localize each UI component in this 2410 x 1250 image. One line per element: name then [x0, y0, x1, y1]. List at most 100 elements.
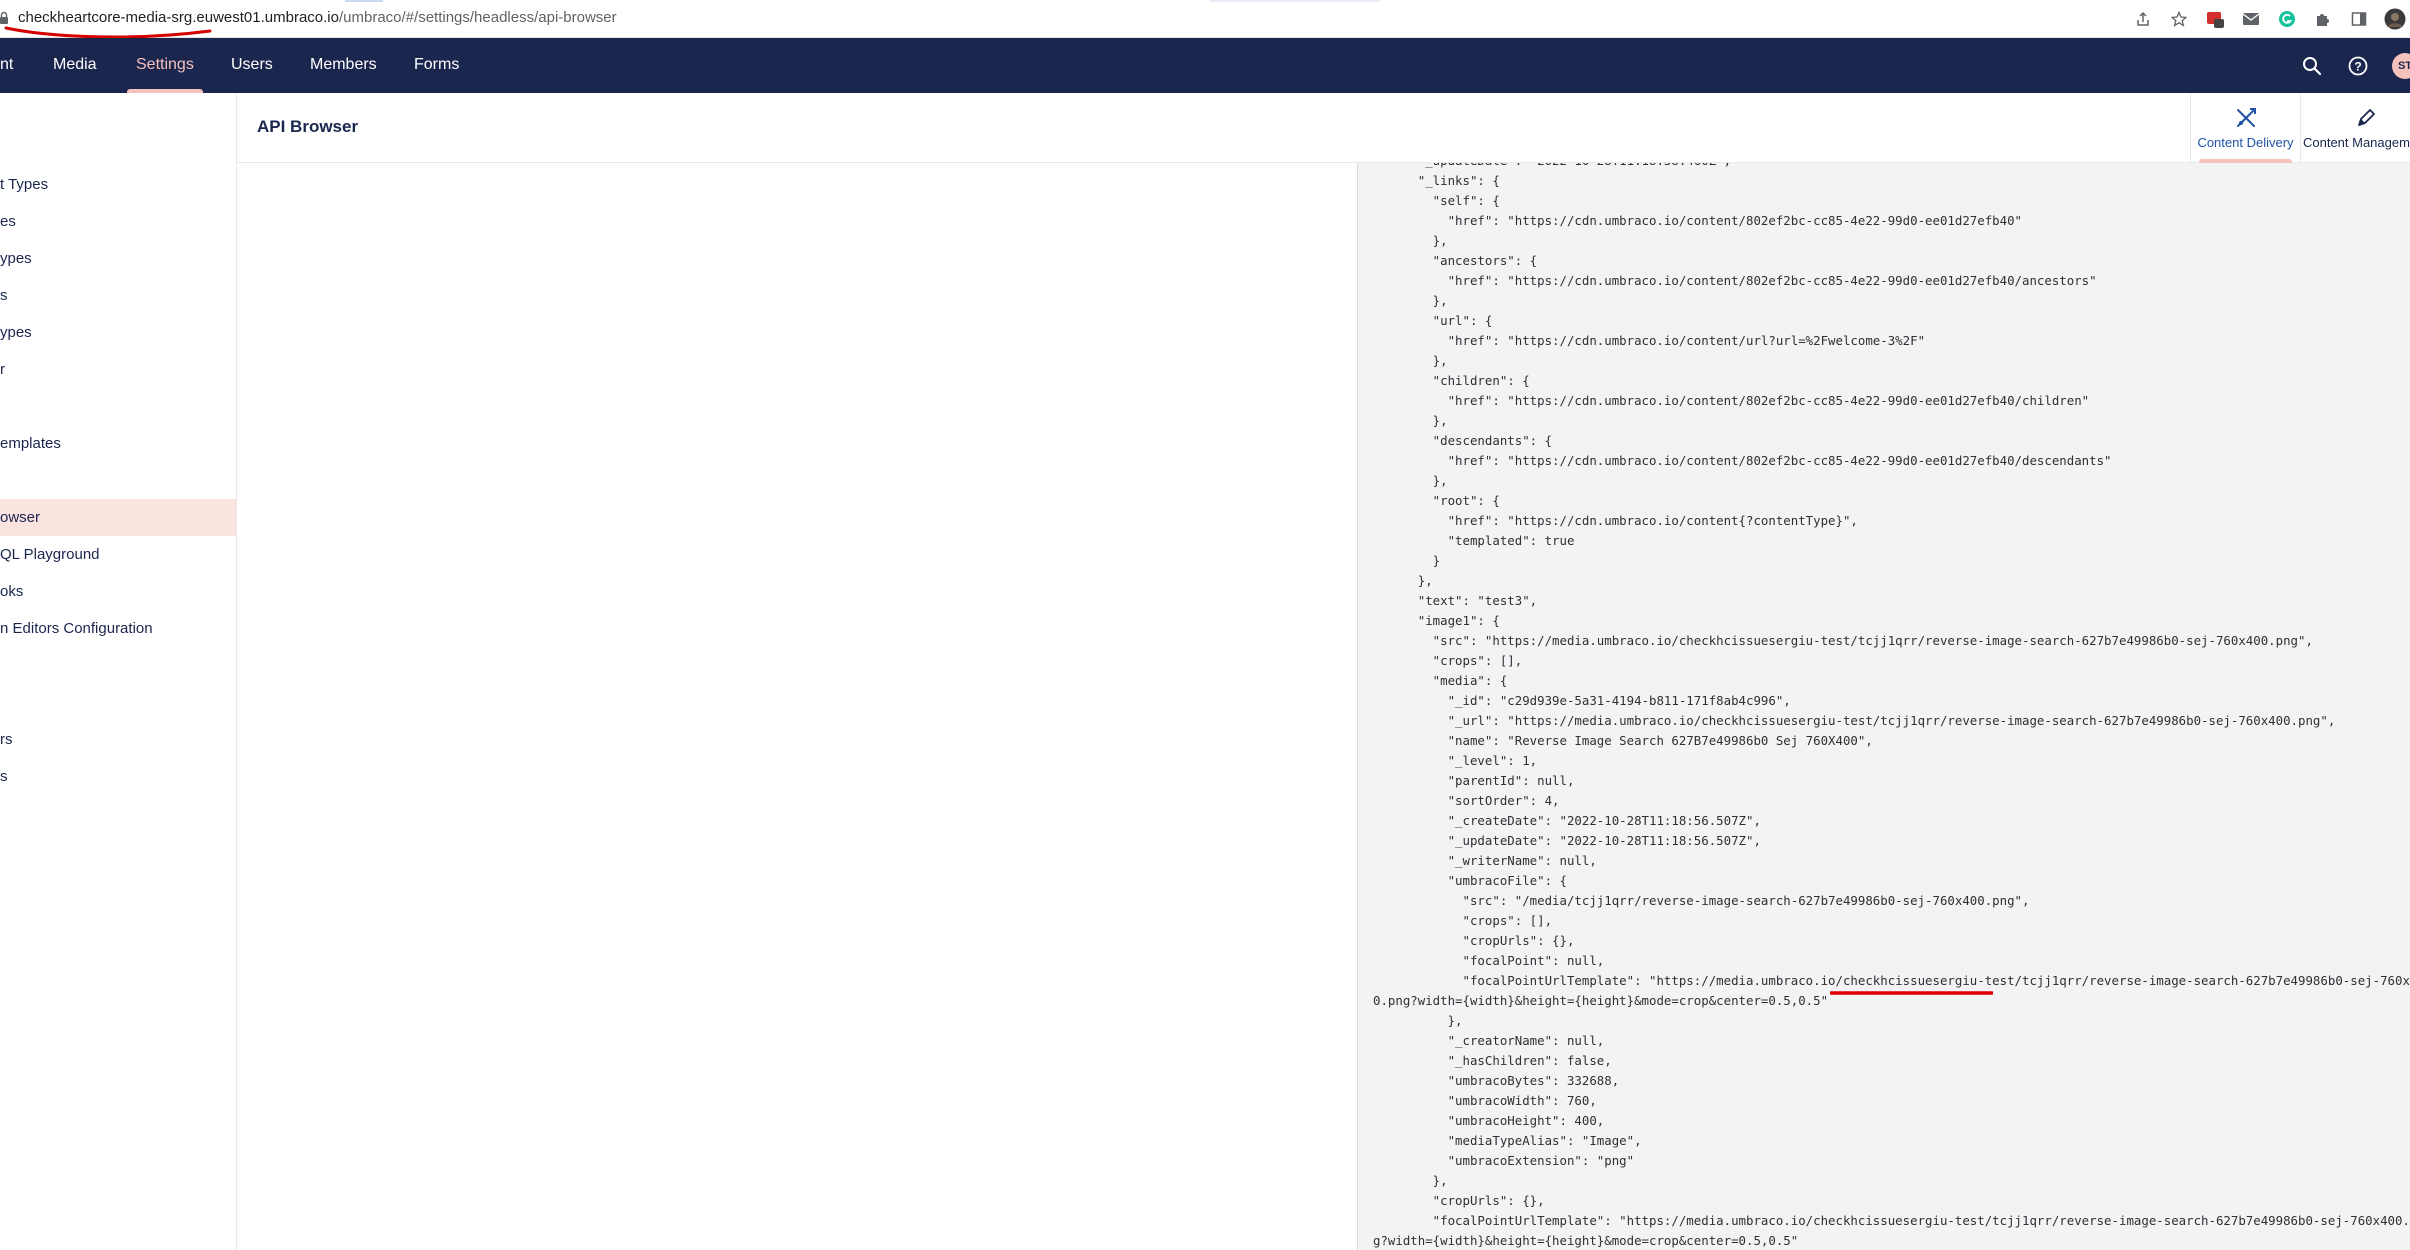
json-line: "media": { [1373, 673, 1508, 688]
json-line: "text": "test3", [1373, 593, 1538, 608]
json-line: "name": "Reverse Image Search 627B7e4998… [1373, 733, 1873, 748]
json-line: "href": "https://cdn.umbraco.io/content{… [1373, 513, 1858, 528]
json-line: }, [1373, 573, 1433, 588]
json-line: "templated": true [1373, 533, 1575, 548]
tab-strip-edge [1210, 0, 1380, 2]
grammarly-icon[interactable] [2276, 8, 2298, 30]
page-title: API Browser [257, 117, 359, 136]
tree-item-templates[interactable]: emplates [0, 425, 236, 462]
url-path: /umbraco/#/settings/headless/api-browser [338, 9, 617, 26]
json-line: "parentId": null, [1373, 773, 1575, 788]
json-line: "umbracoExtension": "png" [1373, 1153, 1635, 1168]
section-members[interactable]: Members [310, 38, 377, 93]
json-line: g?width={width}&height={height}&mode=cro… [1373, 1233, 1799, 1248]
avatar[interactable]: ST [2392, 52, 2410, 79]
json-line: }, [1373, 1013, 1463, 1028]
browser-address-bar: checkheartcore-media-srg.euwest01.umbrac… [0, 0, 2410, 39]
json-line: "focalPointUrlTemplate": "https://media.… [1373, 1213, 2410, 1228]
json-response: "_updateDate": "2022-10-28T11:18:58.460Z… [1358, 163, 2410, 1250]
json-line: "cropUrls": {}, [1373, 1193, 1545, 1208]
json-line: "root": { [1373, 493, 1500, 508]
svg-text:?: ? [2354, 59, 2361, 73]
query-panel [237, 163, 1357, 1250]
tree-item-scripts[interactable] [0, 388, 236, 425]
json-line: "url": { [1373, 313, 1493, 328]
json-line: "focalPointUrlTemplate": "https://media.… [1373, 973, 2410, 988]
tab-label: Content Delivery [2197, 135, 2294, 150]
json-line: "image1": { [1373, 613, 1500, 628]
json-line: "_createDate": "2022-10-28T11:18:56.507Z… [1373, 813, 1761, 828]
section-settings[interactable]: Settings [127, 38, 203, 93]
share-icon[interactable] [2132, 8, 2154, 30]
tab-strip-edge [345, 0, 383, 2]
browser-toolbar [2132, 6, 2410, 32]
url-host: checkheartcore-media-srg.euwest01.umbrac… [18, 9, 339, 26]
json-line: "_level": 1, [1373, 753, 1538, 768]
tree-item-graphql-playground[interactable]: QL Playground [0, 536, 236, 573]
content-delivery-icon [2236, 108, 2256, 127]
json-line: }, [1373, 293, 1448, 308]
json-line: }, [1373, 1173, 1448, 1188]
json-line: "_creatorName": null, [1373, 1033, 1605, 1048]
json-line: "cropUrls": {}, [1373, 933, 1575, 948]
json-line: }, [1373, 473, 1448, 488]
json-line: }, [1373, 353, 1448, 368]
tree-item-document-types[interactable]: t Types [0, 166, 236, 203]
json-line: "umbracoWidth": 760, [1373, 1093, 1597, 1108]
search-icon[interactable] [2300, 54, 2324, 78]
json-line: "src": "https://media.umbraco.io/checkhc… [1373, 633, 2313, 648]
json-line: "href": "https://cdn.umbraco.io/content/… [1373, 393, 2090, 408]
json-line: "focalPoint": null, [1373, 953, 1605, 968]
json-line: "_writerName": null, [1373, 853, 1597, 868]
section-content[interactable]: nt [0, 38, 13, 93]
annotation-underline [1830, 991, 1993, 995]
tree-item-member-types[interactable]: ypes [0, 240, 236, 277]
json-line: "umbracoBytes": 332688, [1373, 1073, 1620, 1088]
tree-item-webhooks[interactable]: oks [0, 573, 236, 610]
tree-item-data-types[interactable]: s [0, 277, 236, 314]
json-line: "sortOrder": 4, [1373, 793, 1560, 808]
tree-item-forms-folder[interactable]: s [0, 758, 236, 795]
star-icon[interactable] [2168, 8, 2190, 30]
extension-red-icon[interactable] [2204, 8, 2226, 30]
json-line: "_id": "c29d939e-5a31-4194-b811-171f8ab4… [1373, 693, 1791, 708]
url-field[interactable]: checkheartcore-media-srg.euwest01.umbrac… [18, 9, 617, 26]
tree-item-log-viewer[interactable]: r [0, 351, 236, 388]
json-line: "href": "https://cdn.umbraco.io/content/… [1373, 333, 1926, 348]
json-line: "umbracoFile": { [1373, 873, 1567, 888]
puzzle-icon[interactable] [2312, 8, 2334, 30]
json-line: "umbracoHeight": 400, [1373, 1113, 1605, 1128]
sidebar-icon[interactable] [2348, 8, 2370, 30]
json-line: "children": { [1373, 373, 1530, 388]
header-tools: ? ST [2300, 38, 2410, 93]
section-forms[interactable]: Forms [414, 38, 459, 93]
json-line: "src": "/media/tcjj1qrr/reverse-image-se… [1373, 893, 2030, 908]
json-line: "_url": "https://media.umbraco.io/checkh… [1373, 713, 2336, 728]
json-line: "href": "https://cdn.umbraco.io/content/… [1373, 273, 2097, 288]
tab-label: Content Management [2302, 135, 2410, 150]
pencil-icon [2357, 109, 2375, 126]
json-response-panel[interactable]: "_updateDate": "2022-10-28T11:18:58.460Z… [1357, 163, 2410, 1250]
mail-icon[interactable] [2240, 8, 2262, 30]
tree-item-relation-types[interactable]: ypes [0, 314, 236, 351]
section-media[interactable]: Media [53, 38, 97, 93]
tree-item-media-types[interactable]: es [0, 203, 236, 240]
json-line: } [1373, 553, 1441, 568]
profile-avatar[interactable] [2384, 8, 2406, 30]
lock-icon [0, 11, 8, 24]
help-icon[interactable]: ? [2346, 54, 2370, 78]
settings-tree: t Types es ypes s ypes r emplates owser … [0, 93, 237, 1250]
json-line: "descendants": { [1373, 433, 1553, 448]
json-line: "ancestors": { [1373, 253, 1538, 268]
tree-item-forms-folder[interactable]: rs [0, 721, 236, 758]
json-line: }, [1373, 233, 1448, 248]
json-line: "_updateDate": "2022-10-28T11:18:58.460Z… [1373, 163, 2410, 171]
tree-item-editors-configuration[interactable]: n Editors Configuration [0, 610, 236, 647]
json-line: "_hasChildren": false, [1373, 1053, 1612, 1068]
tree-item-api-browser[interactable]: owser [0, 499, 236, 536]
section-users[interactable]: Users [231, 38, 273, 93]
tab-content-management[interactable]: Content Management [2300, 93, 2410, 163]
json-line: "mediaTypeAlias": "Image", [1373, 1133, 1642, 1148]
tab-content-delivery[interactable]: Content Delivery [2190, 93, 2300, 163]
json-line: }, [1373, 413, 1448, 428]
